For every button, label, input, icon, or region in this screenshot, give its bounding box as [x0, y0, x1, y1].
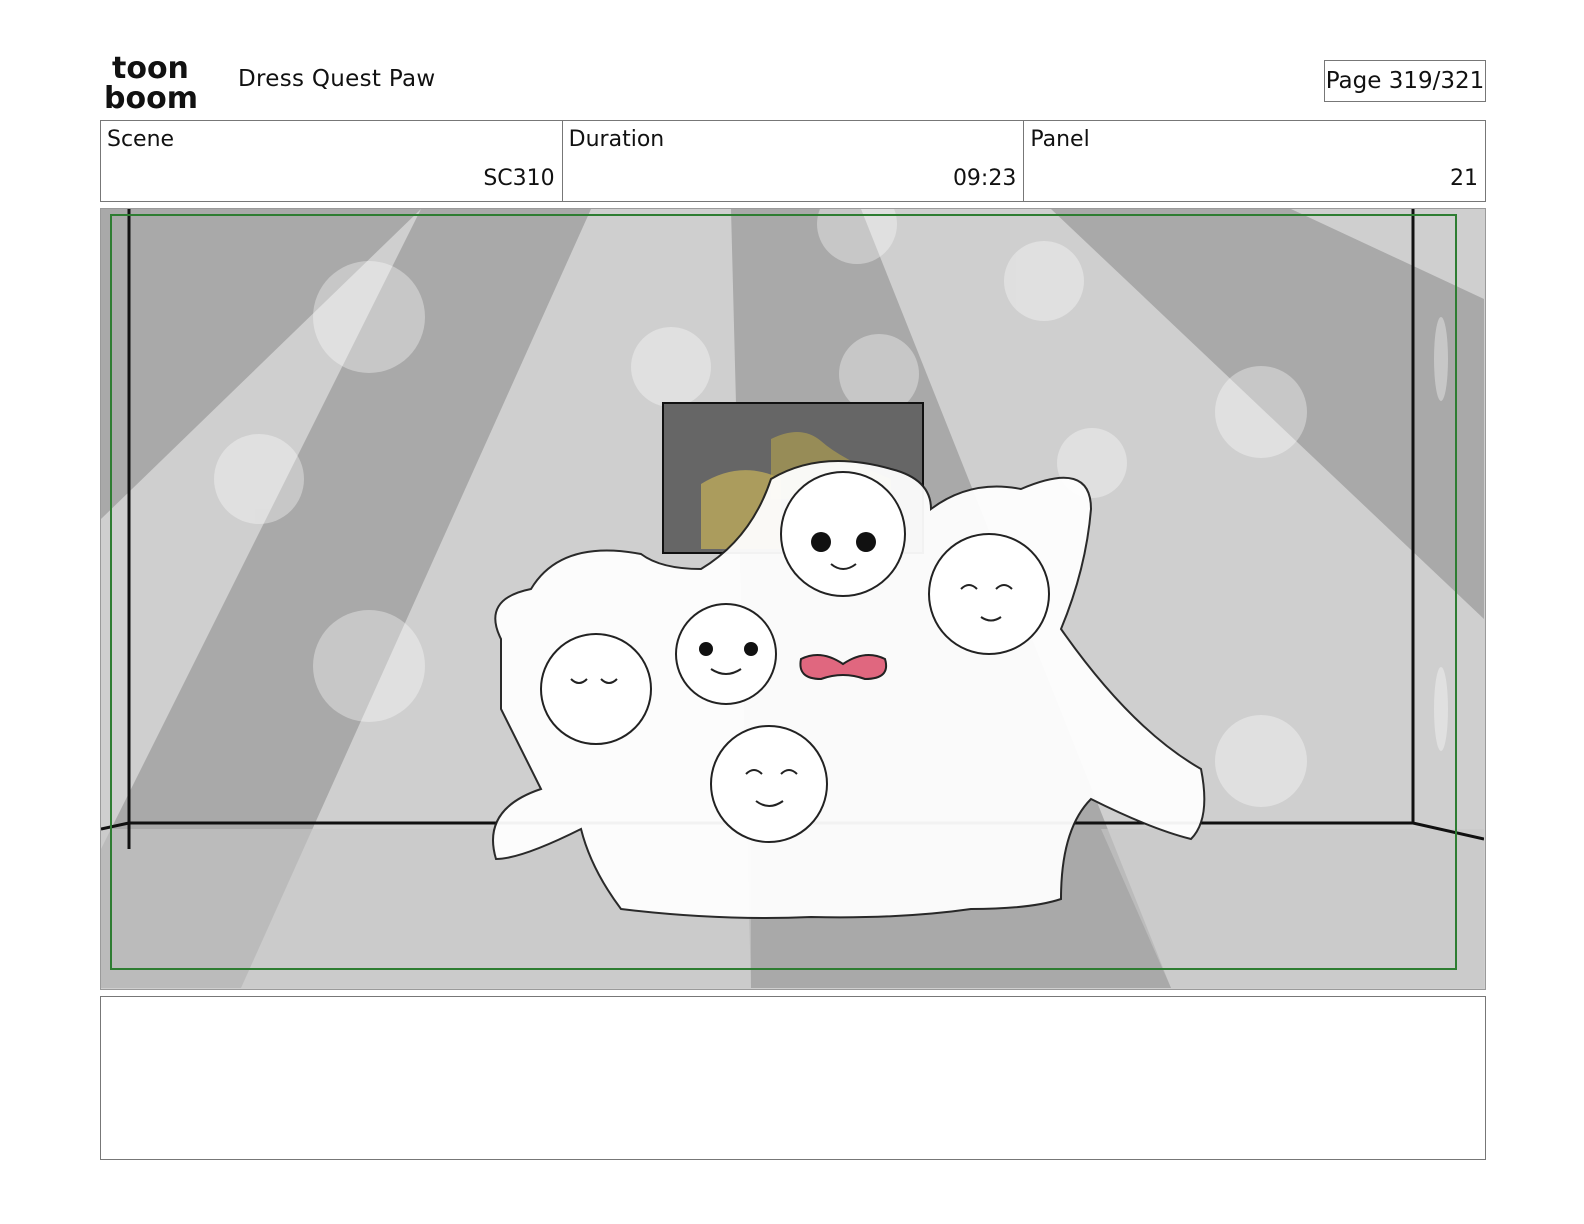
page-indicator: Page 319/321 — [1324, 60, 1486, 102]
panel-info-row: Scene SC310 Duration 09:23 Panel 21 — [100, 120, 1486, 202]
panel-cell: Panel 21 — [1024, 121, 1485, 201]
logo-text-bottom: boom — [104, 81, 198, 112]
panel-value: 21 — [1450, 166, 1479, 191]
duration-label: Duration — [568, 127, 665, 152]
panel-label: Panel — [1030, 127, 1090, 152]
duration-value: 09:23 — [952, 166, 1017, 191]
page-number: Page 319/321 — [1325, 68, 1485, 94]
panel-drawing — [101, 209, 1484, 988]
toonboom-logo: toon boom — [104, 51, 198, 112]
scene-label: Scene — [107, 127, 175, 152]
duration-cell: Duration 09:23 — [563, 121, 1025, 201]
project-title: Dress Quest Paw — [238, 66, 436, 92]
panel-notes-box — [100, 996, 1486, 1160]
scene-value: SC310 — [483, 166, 555, 191]
storyboard-panel — [100, 208, 1486, 990]
scene-cell: Scene SC310 — [101, 121, 563, 201]
